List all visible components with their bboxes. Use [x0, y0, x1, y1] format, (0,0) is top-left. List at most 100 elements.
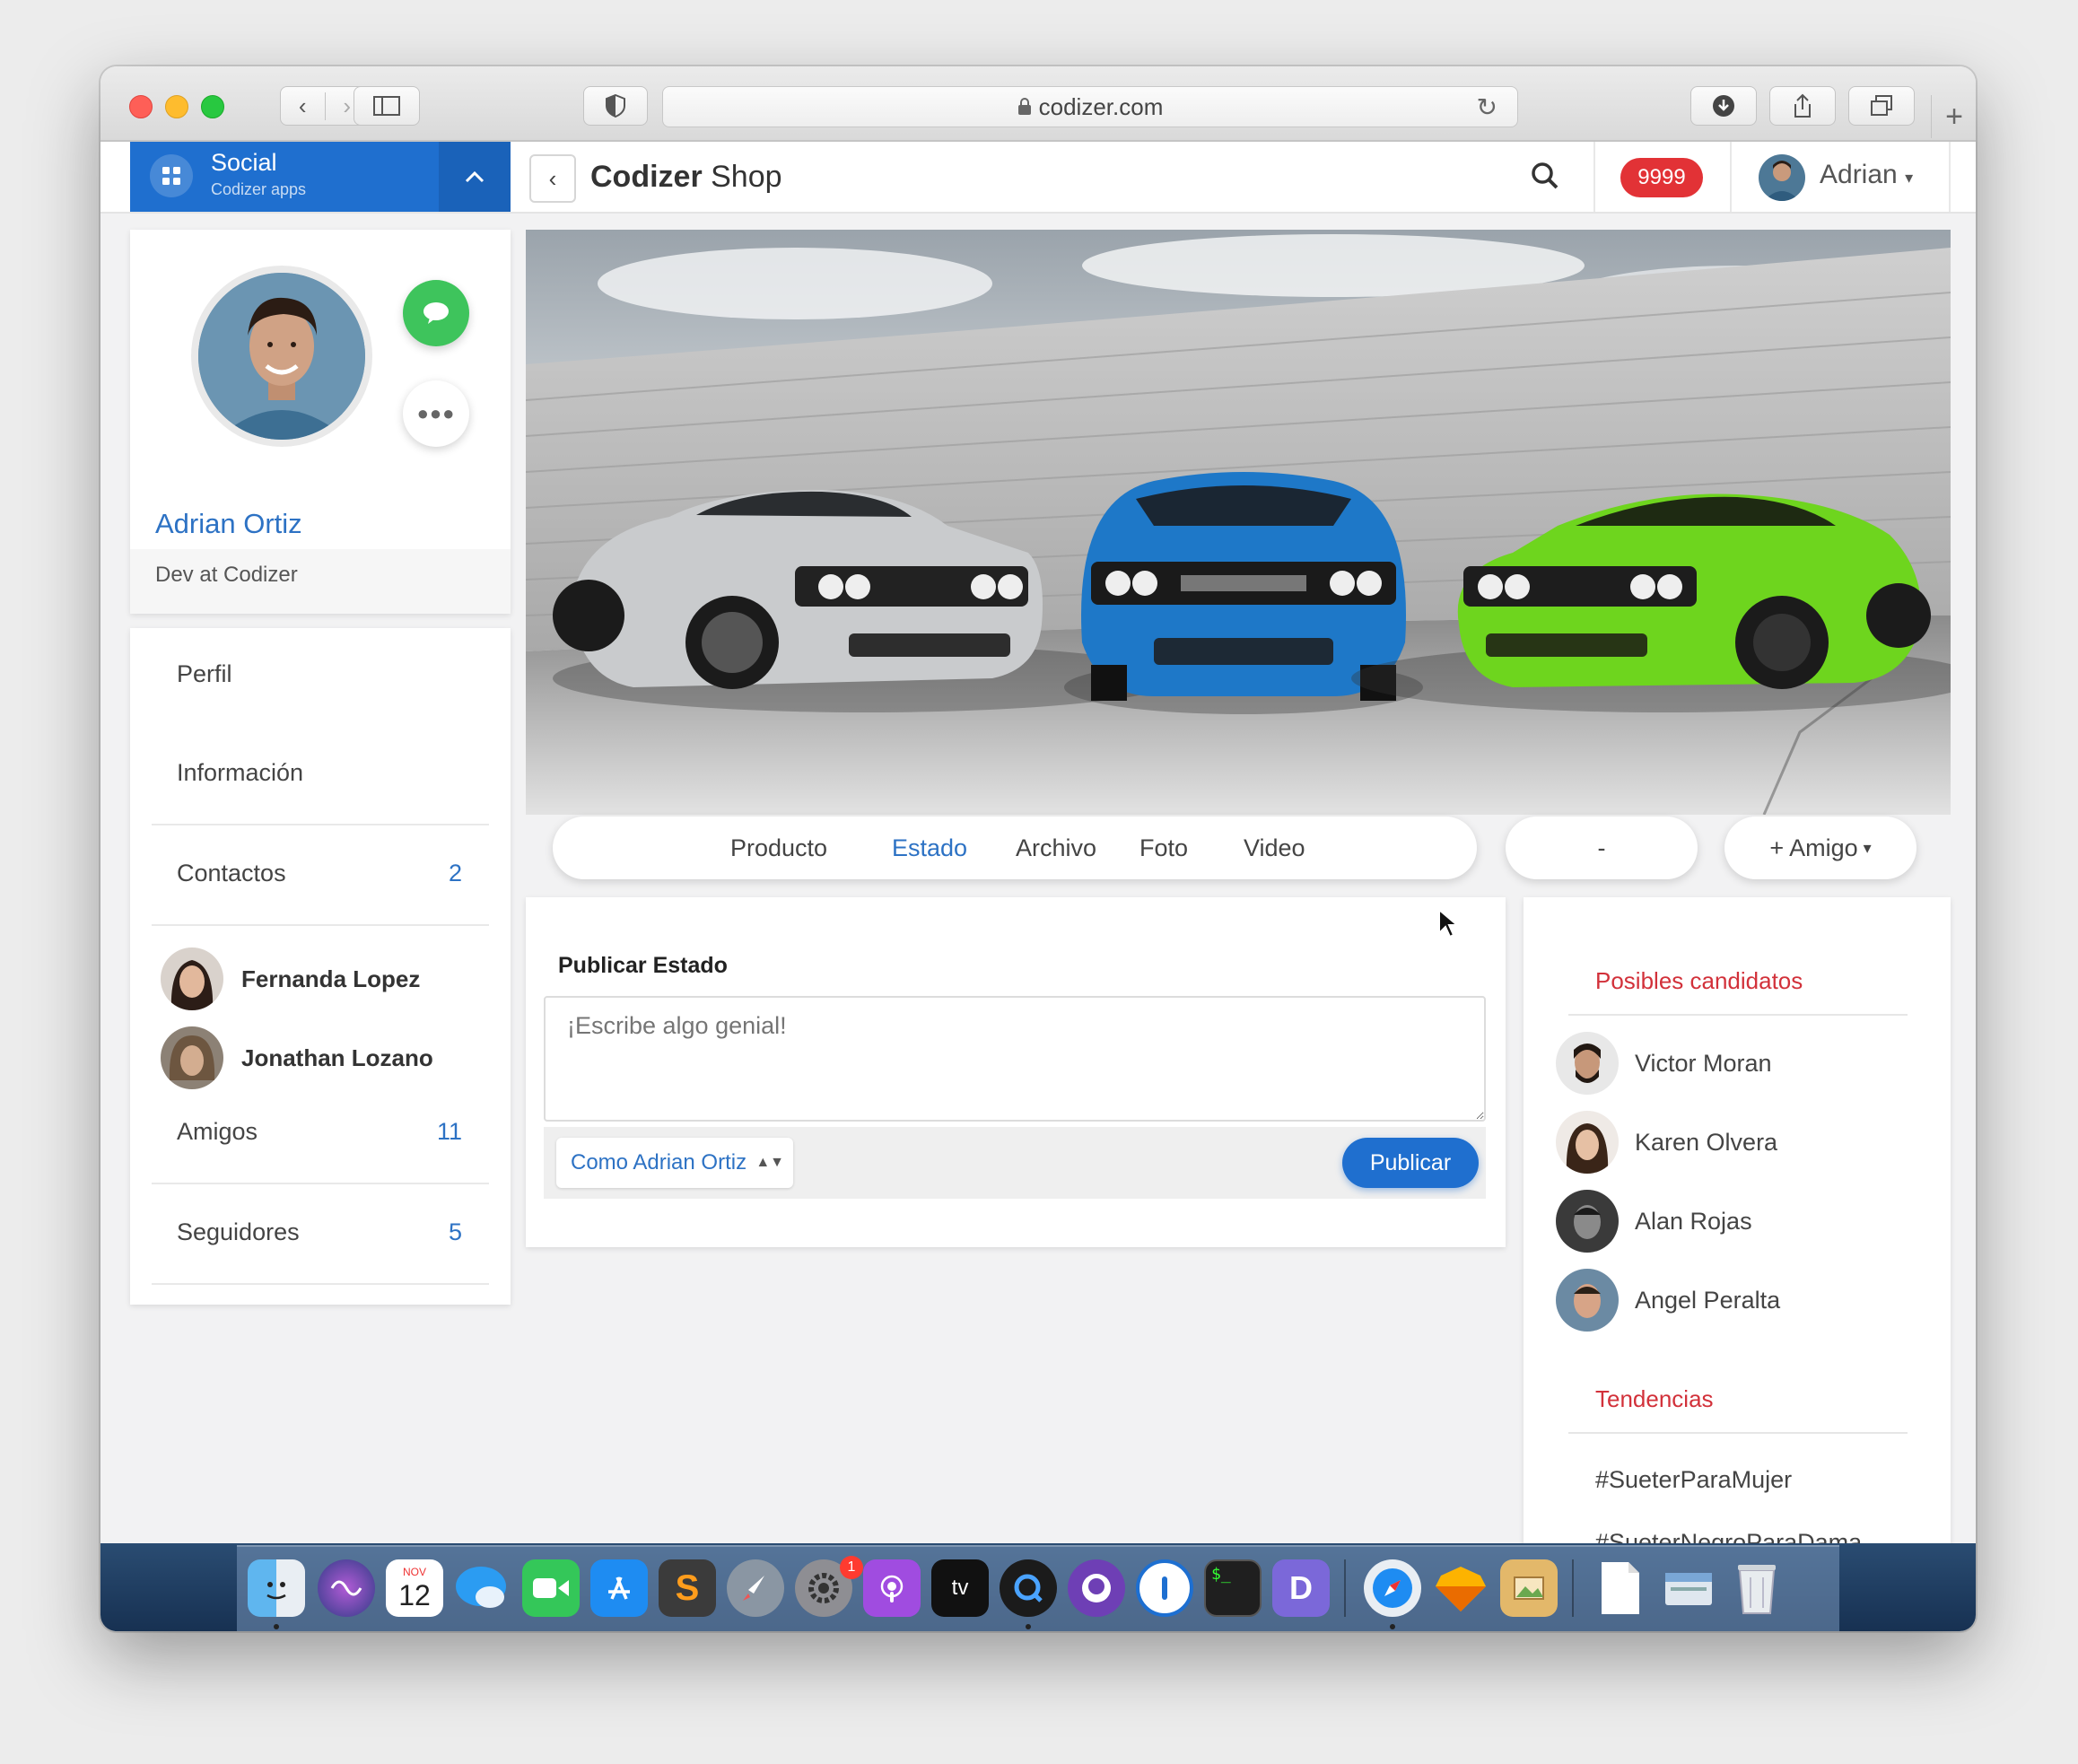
app-store-icon[interactable]	[590, 1559, 648, 1617]
back-button[interactable]: ‹	[529, 154, 576, 203]
tab-producto[interactable]: Producto	[730, 834, 827, 862]
menu-item-contactos[interactable]: Contactos 2	[152, 827, 489, 926]
tab-video[interactable]: Video	[1244, 834, 1305, 862]
terminal-icon[interactable]: $_	[1204, 1559, 1262, 1617]
running-indicator	[1026, 1624, 1031, 1629]
document-icon[interactable]	[1592, 1559, 1649, 1617]
ellipsis-icon: ●●●	[416, 402, 456, 424]
app-subtitle: Codizer apps	[211, 180, 307, 198]
share-icon	[1794, 93, 1811, 118]
running-indicator	[274, 1624, 279, 1629]
user-menu[interactable]: Adrian ▾	[1820, 160, 1913, 190]
facetime-icon[interactable]	[522, 1559, 580, 1617]
new-tab-button[interactable]: +	[1931, 95, 1976, 138]
sidebar-toggle-button[interactable]	[354, 86, 420, 126]
publish-button[interactable]: Publicar	[1342, 1138, 1479, 1188]
dock-divider	[1344, 1559, 1346, 1617]
podcasts-icon[interactable]	[863, 1559, 921, 1617]
divider	[1949, 142, 1951, 212]
menu-item-seguidores[interactable]: Seguidores 5	[152, 1186, 489, 1285]
lock-icon	[1017, 98, 1031, 115]
candidate-avatar	[1556, 1190, 1619, 1253]
browser-window: ‹ › codizer.com ↻ + Social Codizer apps …	[100, 66, 1976, 1631]
chevron-left-icon: ‹	[548, 164, 557, 192]
messages-icon[interactable]	[454, 1559, 511, 1617]
share-button[interactable]	[1769, 86, 1836, 126]
app-header: Social Codizer apps ‹ Codizer Shop 9999 …	[100, 142, 1976, 214]
select-arrows-icon: ▲▼	[755, 1155, 784, 1170]
calendar-icon[interactable]: NOV 12	[386, 1559, 443, 1617]
more-options-button[interactable]: ●●●	[403, 380, 469, 447]
tab-foto[interactable]: Foto	[1139, 834, 1188, 862]
chevron-up-icon[interactable]	[439, 142, 511, 212]
contact-avatar	[161, 947, 223, 1010]
search-icon[interactable]	[1531, 162, 1559, 197]
caret-down-icon: ▾	[1863, 838, 1872, 857]
profile-avatar[interactable]	[191, 266, 372, 447]
tabs-overview-button[interactable]	[1848, 86, 1915, 126]
menu-item-amigos[interactable]: Amigos 11	[152, 1086, 489, 1184]
divider	[1730, 142, 1732, 212]
shield-icon	[606, 94, 625, 118]
macos-dock: NOV 12 S 1 tv $_ D	[237, 1545, 1839, 1631]
apps-grid-icon	[150, 154, 193, 197]
menu-item-informacion[interactable]: Información	[152, 727, 489, 825]
close-window-button[interactable]	[129, 95, 153, 118]
menu-label: Perfil	[177, 660, 232, 687]
dash-button[interactable]: -	[1506, 817, 1698, 879]
apple-tv-icon[interactable]: tv	[931, 1559, 989, 1617]
quicktime-icon[interactable]	[1000, 1559, 1057, 1617]
safari-icon[interactable]	[1364, 1559, 1421, 1617]
download-icon	[1713, 95, 1734, 117]
add-friend-button[interactable]: + Amigo ▾	[1724, 817, 1916, 879]
profile-menu: Perfil Información Contactos 2 Fernanda …	[130, 628, 511, 1305]
menu-label: Seguidores	[177, 1218, 300, 1245]
dash-app-icon[interactable]: D	[1272, 1559, 1330, 1617]
post-composer: Publicar Estado Como Adrian Ortiz ▲▼ Pub…	[526, 897, 1506, 1247]
sublime-text-icon[interactable]: S	[659, 1559, 716, 1617]
sketch-icon[interactable]	[1432, 1559, 1489, 1617]
tab-archivo[interactable]: Archivo	[1016, 834, 1096, 862]
status-input[interactable]	[544, 996, 1486, 1122]
downloads-stack-icon[interactable]	[1660, 1559, 1717, 1617]
launchpad-icon[interactable]	[727, 1559, 784, 1617]
menu-label: Información	[177, 759, 304, 786]
tv-label: tv	[951, 1576, 969, 1600]
profile-name[interactable]: Adrian Ortiz	[155, 508, 302, 540]
caret-down-icon: ▾	[1905, 169, 1914, 187]
candidate-name: Victor Moran	[1635, 1050, 1772, 1077]
trash-icon[interactable]	[1728, 1559, 1786, 1617]
preview-icon[interactable]	[1500, 1559, 1558, 1617]
cover-image	[526, 230, 1951, 815]
zoom-window-button[interactable]	[201, 95, 224, 118]
minimize-window-button[interactable]	[165, 95, 188, 118]
trend-item[interactable]: #SueterParaMujer	[1595, 1466, 1792, 1494]
user-avatar[interactable]	[1759, 154, 1805, 201]
menu-item-perfil[interactable]: Perfil	[152, 628, 489, 727]
candidate-avatar	[1556, 1032, 1619, 1095]
finder-icon[interactable]	[248, 1559, 305, 1617]
contact-name: Fernanda Lopez	[241, 965, 421, 992]
candidate-name: Karen Olvera	[1635, 1129, 1778, 1156]
siri-icon[interactable]	[318, 1559, 375, 1617]
tab-estado[interactable]: Estado	[892, 834, 967, 862]
divider	[1568, 1432, 1908, 1434]
downloads-button[interactable]	[1690, 86, 1757, 126]
menu-count: 2	[448, 860, 462, 886]
message-button[interactable]	[403, 280, 469, 346]
post-type-tabs: Producto Estado Archivo Foto Video	[553, 817, 1477, 879]
composer-title: Publicar Estado	[558, 953, 728, 978]
browser-toolbar: ‹ › codizer.com ↻ +	[100, 66, 1976, 142]
tabs-icon	[1871, 95, 1892, 116]
back-arrow-icon[interactable]: ‹	[281, 92, 326, 120]
1password-icon[interactable]	[1136, 1559, 1193, 1617]
reload-icon[interactable]: ↻	[1477, 92, 1497, 122]
menu-label: Contactos	[177, 860, 286, 886]
notification-badge[interactable]: 9999	[1620, 158, 1703, 197]
app-switcher[interactable]: Social Codizer apps	[130, 142, 511, 212]
address-bar[interactable]: codizer.com ↻	[662, 86, 1518, 127]
privacy-shield-button[interactable]	[583, 86, 648, 126]
post-as-select[interactable]: Como Adrian Ortiz ▲▼	[556, 1138, 793, 1188]
sidebar-icon	[373, 96, 400, 116]
github-icon[interactable]	[1068, 1559, 1125, 1617]
